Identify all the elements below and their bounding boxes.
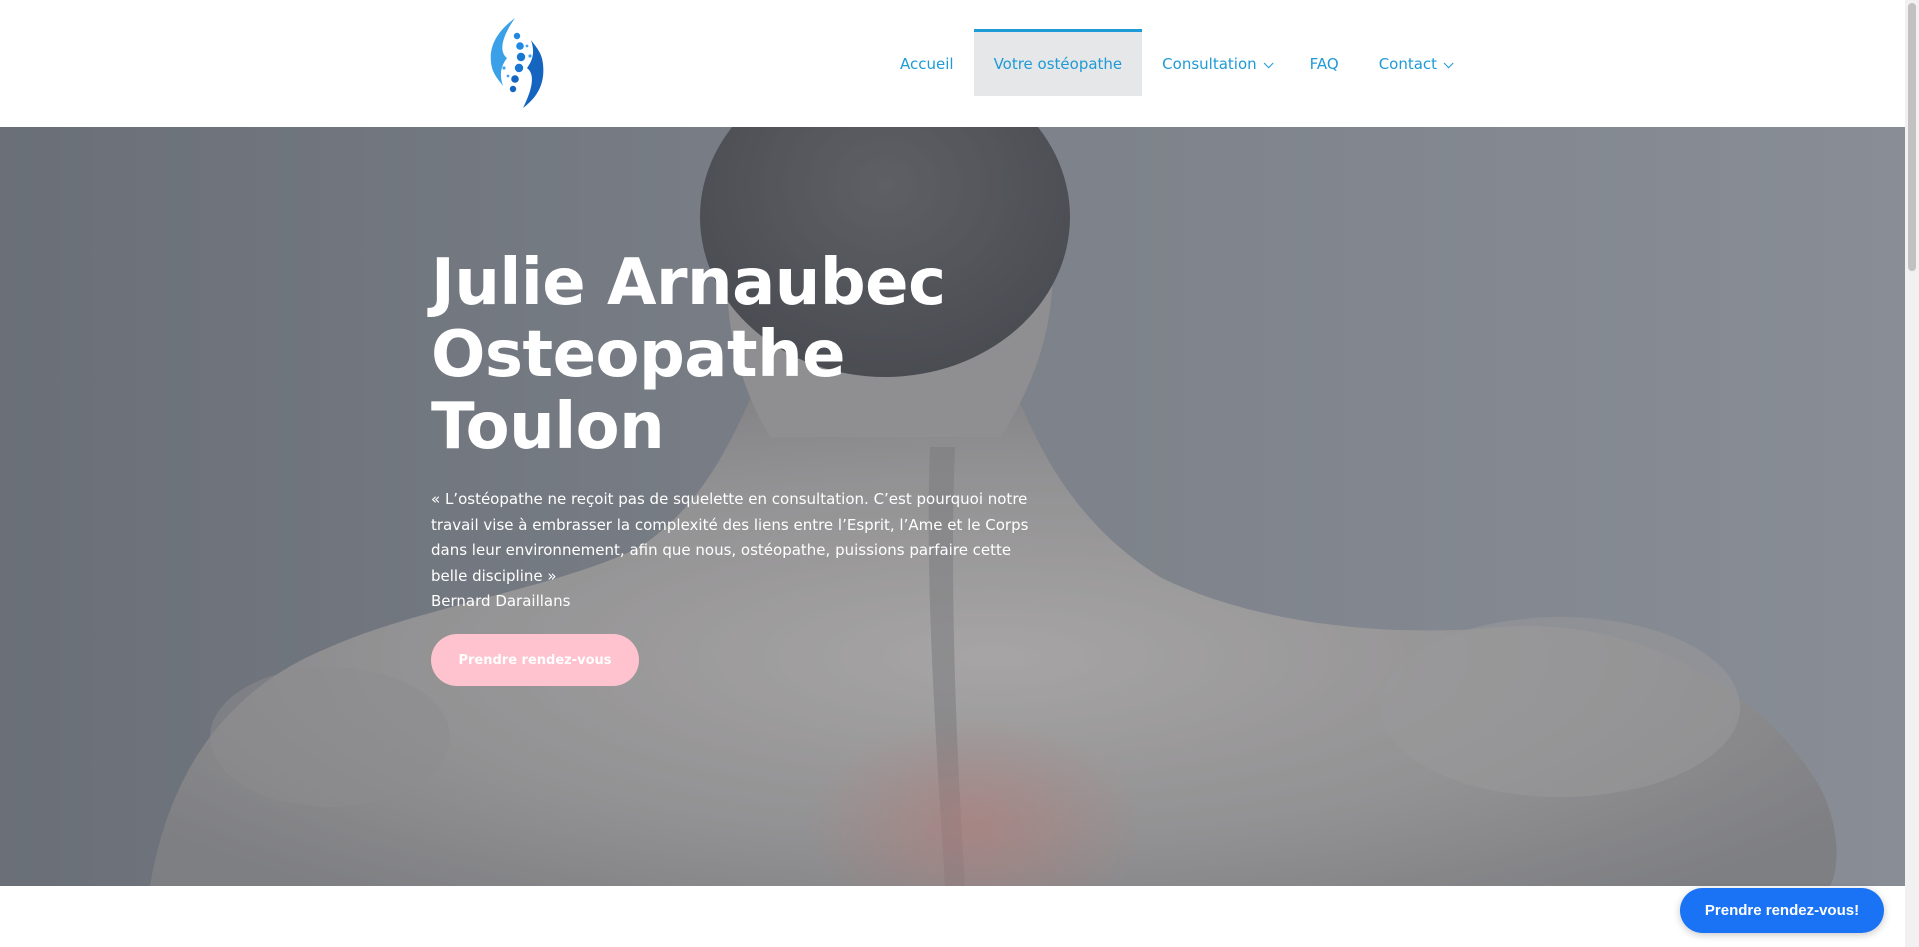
nav-item-contact[interactable]: Contact [1359,29,1470,96]
hero-title-line: Julie Arnaubec [431,246,946,320]
hero-quote: « L’ostéopathe ne reçoit pas de squelett… [431,490,1029,585]
hero-quote-author: Bernard Daraillans [431,592,571,610]
nav-item-label: Accueil [900,55,954,73]
book-appointment-button[interactable]: Prendre rendez-vous [431,634,639,686]
nav-item-faq[interactable]: FAQ [1290,29,1359,96]
main-nav: Accueil Votre ostéopathe Consultation FA… [880,29,1470,96]
hero-title-line: Toulon [431,390,665,464]
nav-item-consultation[interactable]: Consultation [1142,29,1289,96]
hero-section: Julie Arnaubec Osteopathe Toulon « L’ost… [0,127,1905,886]
nav-item-label: Contact [1378,55,1438,73]
hero-title: Julie Arnaubec Osteopathe Toulon [431,247,1131,463]
nav-item-label: FAQ [1309,55,1339,73]
page-scrollbar[interactable] [1905,0,1919,947]
page: Accueil Votre ostéopathe Consultation FA… [0,0,1919,947]
nav-item-votre-osteopathe[interactable]: Votre ostéopathe [973,29,1143,96]
nav-item-accueil[interactable]: Accueil [880,29,974,96]
spine-hands-logo-icon[interactable] [487,16,547,110]
scrollbar-thumb[interactable] [1908,3,1916,271]
site-header: Accueil Votre ostéopathe Consultation FA… [0,0,1905,127]
chevron-down-icon [1263,57,1274,68]
nav-item-label: Votre ostéopathe [993,55,1123,73]
chevron-down-icon [1443,57,1454,68]
floating-book-appointment-button[interactable]: Prendre rendez-vous! [1680,888,1884,933]
hero-title-line: Osteopathe [431,318,846,392]
nav-item-label: Consultation [1162,55,1257,73]
